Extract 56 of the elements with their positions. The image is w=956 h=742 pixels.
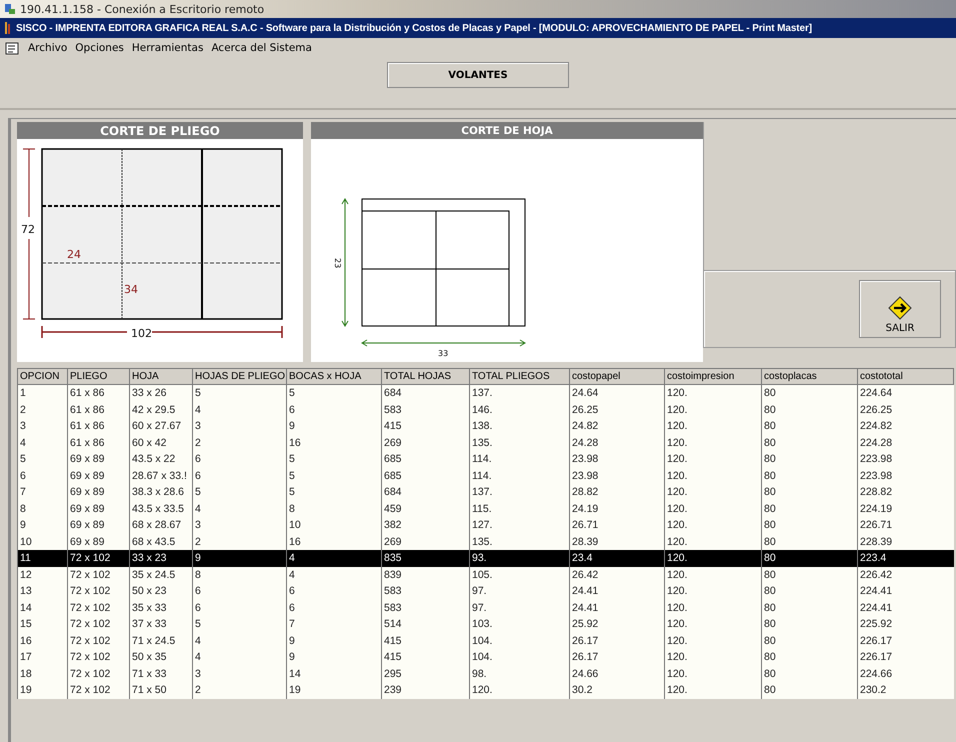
column-header[interactable]: TOTAL HOJAS xyxy=(382,368,470,384)
table-row[interactable]: 4 61 x 86 60 x 42 2 16 269 135. 24.28 120. 80 224.28 xyxy=(18,434,954,451)
exit-button[interactable]: SALIR xyxy=(859,280,941,338)
table-cell: 19 xyxy=(286,682,382,698)
column-header[interactable]: costopapel xyxy=(570,368,664,384)
table-row[interactable]: 9 69 x 89 68 x 28.67 3 10 382 127. 26.71 120. 80 226.71 xyxy=(18,517,954,534)
menu-item[interactable]: Archivo xyxy=(28,42,68,54)
document-icon xyxy=(5,42,20,54)
table-cell: 239 xyxy=(382,682,470,698)
column-header[interactable]: costototal xyxy=(858,368,954,384)
table-cell: 120. xyxy=(470,682,570,698)
table-cell: 80 xyxy=(762,682,858,698)
table-row[interactable]: 2 61 x 86 42 x 29.5 4 6 583 146. 26.25 120. 80 226.25 xyxy=(18,402,954,418)
table-cell: 120. xyxy=(664,682,762,698)
arrow-sign-icon xyxy=(888,296,912,320)
table-row[interactable]: 10 69 x 89 68 x 43.5 2 16 269 135. 28.39 120. 80 228.39 xyxy=(18,534,954,550)
column-header[interactable]: costoplacas xyxy=(762,368,858,384)
table-row[interactable]: 5 69 x 89 43.5 x 22 6 5 685 114. 23.98 120. 80 223.98 xyxy=(18,451,954,468)
table-row[interactable]: 19 72 x 102 71 x 50 2 19 239 120. 30.2 120. 80 230.2 xyxy=(18,682,954,698)
table-row[interactable]: 6 69 x 89 28.67 x 33.! 6 5 685 114. 23.98 120. 80 223.98 xyxy=(18,468,954,484)
window-title: 190.41.1.158 - Conexión a Escritorio remoto xyxy=(20,2,264,16)
table-row[interactable]: 14 72 x 102 35 x 33 6 6 583 97. 24.41 120. 80 224.41 xyxy=(18,600,954,616)
column-header[interactable]: costoimpresion xyxy=(664,368,762,384)
panel-title: CORTE DE HOJA xyxy=(311,122,703,139)
table-row[interactable]: 16 72 x 102 71 x 24.5 4 9 415 104. 26.17 120. 80 226.17 xyxy=(18,632,954,649)
table-row[interactable]: 12 72 x 102 35 x 24.5 8 4 839 105. 26.42 120. 80 226.42 xyxy=(18,566,954,583)
table-cell: 2 xyxy=(192,682,286,698)
table-row[interactable]: 8 69 x 89 43.5 x 33.5 4 8 459 115. 24.19 120. 80 224.19 xyxy=(18,500,954,517)
table-cell: 230.2 xyxy=(858,682,954,698)
table-row[interactable]: 17 72 x 102 50 x 35 4 9 415 104. 26.17 120. 80 226.17 xyxy=(18,649,954,666)
table-row[interactable]: 18 72 x 102 71 x 33 3 14 295 98. 24.66 120. 80 224.66 xyxy=(18,666,954,682)
table-row[interactable]: 1 61 x 86 33 x 26 5 5 684 137. 24.64 120. 80 224.64 xyxy=(18,384,954,402)
remote-desktop-icon xyxy=(4,3,16,15)
mode-label: VOLANTES xyxy=(387,62,569,88)
panel-title: CORTE DE PLIEGO xyxy=(17,122,303,139)
table-cell: 30.2 xyxy=(570,682,664,698)
menu-item[interactable]: Acerca del Sistema xyxy=(211,42,312,54)
column-header[interactable]: PLIEGO xyxy=(68,368,130,384)
table-row[interactable]: 15 72 x 102 37 x 33 5 7 514 103. 25.92 120. 80 225.92 xyxy=(18,616,954,632)
app-icon xyxy=(4,21,12,35)
selected-row[interactable]: 11 72 x 102 33 x 23 9 4 835 93. 23.4 120. 80 223.4 xyxy=(18,550,954,566)
table-cell: 19 xyxy=(18,682,68,698)
column-header[interactable]: OPCION xyxy=(18,368,68,384)
menu-item[interactable]: Herramientas xyxy=(132,42,204,54)
column-header[interactable]: HOJAS DE PLIEGO xyxy=(192,368,286,384)
column-header[interactable]: HOJA xyxy=(130,368,192,384)
table-row[interactable]: 13 72 x 102 50 x 23 6 6 583 97. 24.41 120. 80 224.41 xyxy=(18,583,954,600)
table-row[interactable]: 7 69 x 89 38.3 x 28.6 5 5 684 137. 28.82 120. 80 228.82 xyxy=(18,484,954,500)
sheet-cut-drawing: 23 33 xyxy=(311,139,703,362)
table-cell: 71 x 50 xyxy=(130,682,192,698)
column-header[interactable]: TOTAL PLIEGOS xyxy=(470,368,570,384)
table-row[interactable]: 3 61 x 86 60 x 27.67 3 9 415 138. 24.82 120. 80 224.82 xyxy=(18,418,954,434)
app-title: SISCO - IMPRENTA EDITORA GRAFICA REAL S.A.C - Software para la Distribución y Costos de Placas y Papel - [MODULO: APROVECHAMIENTO DE PAPEL - Print Master] xyxy=(16,22,812,34)
menu-item[interactable]: Opciones xyxy=(75,42,124,54)
column-header[interactable]: BOCAS x HOJA xyxy=(286,368,382,384)
table-cell: 72 x 102 xyxy=(68,682,130,698)
